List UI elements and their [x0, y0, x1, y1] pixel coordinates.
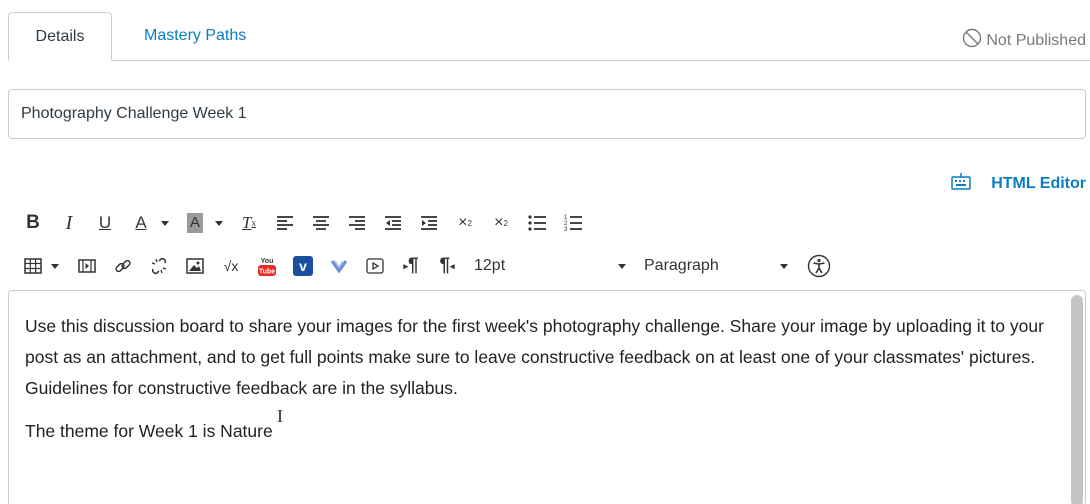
- chevron-down-icon: [780, 263, 788, 269]
- superscript-icon[interactable]: × 2: [450, 208, 480, 238]
- youtube-icon[interactable]: You Tube: [252, 251, 282, 281]
- title-input[interactable]: [8, 89, 1086, 139]
- background-color-icon[interactable]: A: [180, 208, 210, 238]
- table-dropdown[interactable]: [48, 251, 62, 281]
- publish-status-label: Not Published: [986, 31, 1086, 49]
- chevron-down-icon: [161, 220, 169, 226]
- bold-icon[interactable]: B: [18, 208, 48, 238]
- rtl-icon[interactable]: ¶ ◂: [432, 251, 462, 281]
- editor-paragraph: Use this discussion board to share your …: [25, 316, 1044, 398]
- text-color-dropdown[interactable]: [158, 208, 172, 238]
- html-editor-label: HTML Editor: [991, 174, 1086, 192]
- vimeo-alt-icon[interactable]: [324, 251, 354, 281]
- embed-icon[interactable]: [360, 251, 390, 281]
- tab-bar: Details Mastery Paths: [8, 0, 1090, 61]
- chevron-down-icon: [618, 263, 626, 269]
- tab-mastery-paths[interactable]: Mastery Paths: [134, 12, 246, 60]
- svg-text:Tube: Tube: [259, 269, 275, 276]
- background-color-control: A: [180, 208, 226, 238]
- align-center-icon[interactable]: [306, 208, 336, 238]
- svg-text:v: v: [299, 258, 307, 274]
- accessibility-icon[interactable]: [804, 251, 834, 281]
- subscript-icon[interactable]: × 2: [486, 208, 516, 238]
- outdent-icon[interactable]: [378, 208, 408, 238]
- editor-scrollbar[interactable]: [1071, 295, 1083, 504]
- background-color-dropdown[interactable]: [212, 208, 226, 238]
- chevron-down-icon: [215, 220, 223, 226]
- italic-icon[interactable]: I: [54, 208, 84, 238]
- text-cursor-icon: I: [277, 406, 283, 426]
- underline-icon[interactable]: U: [90, 208, 120, 238]
- svg-text:You: You: [261, 258, 274, 265]
- chevron-down-icon: [51, 263, 59, 269]
- align-left-icon[interactable]: [270, 208, 300, 238]
- discussion-editor-page: Details Mastery Paths Not Published HTML…: [0, 0, 1090, 504]
- keyboard-icon: [951, 172, 971, 195]
- publish-status[interactable]: Not Published: [962, 28, 1086, 53]
- text-color-control: A: [126, 208, 172, 238]
- image-icon[interactable]: [180, 251, 210, 281]
- clear-formatting-icon[interactable]: Tx: [234, 208, 264, 238]
- vimeo-icon[interactable]: v: [288, 251, 318, 281]
- font-size-select[interactable]: 12pt: [474, 251, 632, 281]
- font-size-value: 12pt: [474, 257, 506, 274]
- unlink-icon[interactable]: [144, 251, 174, 281]
- tab-details[interactable]: Details: [8, 12, 112, 61]
- text-color-icon[interactable]: A: [126, 208, 156, 238]
- svg-text:3: 3: [564, 227, 568, 232]
- editor-paragraph: The theme for Week 1 is Nature: [25, 421, 273, 441]
- block-format-select[interactable]: Paragraph: [644, 251, 794, 281]
- bullet-list-icon[interactable]: [522, 208, 552, 238]
- rich-text-editor[interactable]: Use this discussion board to share your …: [8, 290, 1086, 504]
- media-icon[interactable]: [72, 251, 102, 281]
- table-control: [18, 251, 62, 281]
- numbered-list-icon[interactable]: 123: [558, 208, 588, 238]
- indent-icon[interactable]: [414, 208, 444, 238]
- block-format-value: Paragraph: [644, 257, 719, 274]
- insert-toolbar: √x You Tube v ▸ ¶ ¶ ◂ 12pt Paragraph: [18, 251, 840, 281]
- align-right-icon[interactable]: [342, 208, 372, 238]
- ltr-icon[interactable]: ▸ ¶: [396, 251, 426, 281]
- table-icon[interactable]: [18, 251, 48, 281]
- not-published-icon: [962, 28, 982, 53]
- formatting-toolbar: B I U A A Tx × 2 × 2 1 2 3: [18, 208, 594, 238]
- html-editor-toggle[interactable]: HTML Editor: [951, 172, 1086, 195]
- equation-icon[interactable]: √x: [216, 251, 246, 281]
- link-icon[interactable]: [108, 251, 138, 281]
- editor-content[interactable]: Use this discussion board to share your …: [25, 311, 1055, 459]
